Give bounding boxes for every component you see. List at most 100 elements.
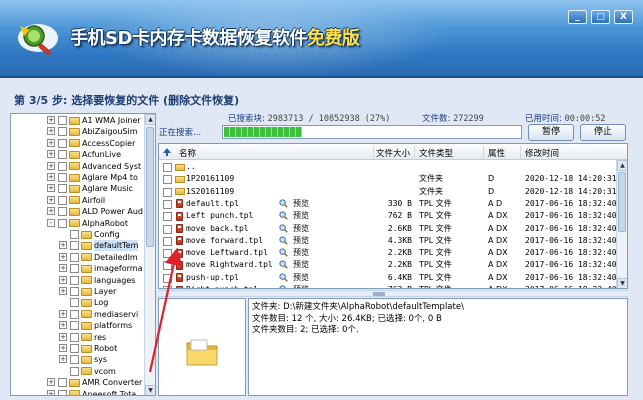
- magnifier-icon[interactable]: [279, 285, 288, 289]
- file-row[interactable]: move forward.tpl 4.3KB TPL 文件 A DX 2017-06-1…: [159, 235, 627, 247]
- collapse-icon[interactable]: -: [47, 218, 55, 227]
- close-button[interactable]: X: [614, 10, 633, 24]
- tree-item-checkbox[interactable]: [58, 161, 67, 171]
- expand-icon[interactable]: +: [59, 287, 67, 295]
- tree-item[interactable]: + mediaservi: [11, 309, 145, 320]
- tree-item-checkbox[interactable]: [70, 298, 79, 308]
- tree-item[interactable]: + platforms: [11, 320, 145, 331]
- expand-icon[interactable]: +: [47, 150, 55, 159]
- tree-item[interactable]: + A1 WMA Joiner: [11, 115, 145, 126]
- tree-item[interactable]: Config: [11, 229, 145, 240]
- preview-link[interactable]: 预览: [293, 198, 309, 210]
- expand-icon[interactable]: +: [59, 252, 67, 261]
- tree-item-checkbox[interactable]: [70, 264, 79, 274]
- expand-icon[interactable]: +: [47, 161, 55, 170]
- tree-item-checkbox[interactable]: [58, 116, 67, 125]
- magnifier-icon[interactable]: [279, 223, 288, 233]
- tree-item-checkbox[interactable]: [58, 127, 67, 137]
- maximize-button[interactable]: □: [591, 10, 610, 24]
- file-row[interactable]: move back.tpl 2.6KB TPL 文件 A DX 2017-06-16 1…: [159, 223, 627, 235]
- tree-item-checkbox[interactable]: [70, 355, 79, 365]
- tree-item[interactable]: + Layer: [11, 286, 145, 297]
- file-row-checkbox[interactable]: [163, 224, 172, 234]
- preview-link[interactable]: 预览: [293, 235, 309, 247]
- file-list-scroll-down-icon[interactable]: ▼: [617, 278, 627, 288]
- file-row-checkbox[interactable]: [163, 261, 172, 271]
- expand-icon[interactable]: +: [47, 116, 55, 124]
- tree-item[interactable]: + Airfoil: [11, 195, 145, 206]
- tree-item-checkbox[interactable]: [70, 241, 79, 251]
- up-level-icon[interactable]: [162, 147, 172, 157]
- expand-icon[interactable]: +: [47, 207, 55, 216]
- tree-item[interactable]: + DetailedIm: [11, 252, 145, 263]
- tree-item[interactable]: + imageforma: [11, 263, 145, 274]
- tree-item-checkbox[interactable]: [58, 184, 67, 194]
- tree-item-checkbox[interactable]: [70, 275, 79, 285]
- tree-item[interactable]: + Aneesoft Tota: [11, 389, 145, 395]
- tree-item[interactable]: + AbiZaigouSim: [11, 126, 145, 137]
- panel-splitter[interactable]: [158, 290, 628, 297]
- tree-item[interactable]: Log: [11, 297, 145, 308]
- tree-item-checkbox[interactable]: [70, 366, 79, 376]
- tree-scroll-down-icon[interactable]: ▼: [145, 385, 155, 395]
- expand-icon[interactable]: +: [47, 173, 55, 181]
- tree-item[interactable]: + Robot: [11, 343, 145, 354]
- expand-icon[interactable]: +: [47, 378, 55, 387]
- file-row[interactable]: Left punch.tpl 762 B TPL 文件 A DX 2017-06-16 …: [159, 210, 627, 222]
- column-mtime[interactable]: 修改时间: [525, 147, 559, 159]
- file-row[interactable]: Right punch.tpl 762 B TPL 文件 A DX 2017-06-16…: [159, 284, 627, 289]
- tree-item[interactable]: + ALD Power Aud: [11, 206, 145, 217]
- tree-item[interactable]: + res: [11, 332, 145, 343]
- tree-scroll-thumb[interactable]: [146, 127, 154, 247]
- tree-item[interactable]: + sys: [11, 354, 145, 365]
- tree-item-checkbox[interactable]: [70, 321, 79, 331]
- file-row-checkbox[interactable]: [163, 273, 172, 283]
- file-row-checkbox[interactable]: [163, 187, 172, 197]
- column-size[interactable]: 文件大小: [376, 147, 410, 159]
- file-row-checkbox[interactable]: [163, 175, 172, 185]
- tree-item-checkbox[interactable]: [58, 138, 67, 148]
- tree-item[interactable]: + AccessCopier: [11, 138, 145, 149]
- file-row[interactable]: push-up.tpl 6.4KB TPL 文件 A DX 2017-06-16 18:…: [159, 272, 627, 284]
- file-row-checkbox[interactable]: [163, 163, 172, 172]
- tree-item[interactable]: + languages: [11, 275, 145, 286]
- pause-button[interactable]: 暂停: [528, 124, 574, 141]
- expand-icon[interactable]: +: [59, 321, 67, 330]
- magnifier-icon[interactable]: [279, 273, 288, 282]
- expand-icon[interactable]: +: [47, 389, 55, 395]
- column-name[interactable]: 名称: [179, 147, 196, 159]
- tree-item[interactable]: + Aglare Music: [11, 183, 145, 194]
- expand-icon[interactable]: +: [47, 127, 55, 136]
- expand-icon[interactable]: +: [47, 138, 55, 147]
- tree-item-checkbox[interactable]: [70, 344, 79, 353]
- file-list-scroll-thumb[interactable]: [618, 172, 626, 232]
- tree-item-checkbox[interactable]: [70, 252, 79, 262]
- magnifier-icon[interactable]: [279, 248, 288, 257]
- preview-link[interactable]: 预览: [293, 247, 309, 259]
- column-type[interactable]: 文件类型: [419, 147, 453, 159]
- expand-icon[interactable]: +: [59, 264, 67, 273]
- expand-icon[interactable]: +: [47, 184, 55, 193]
- tree-item-checkbox[interactable]: [70, 332, 79, 342]
- file-row-checkbox[interactable]: [163, 286, 172, 288]
- tree-item-checkbox[interactable]: [58, 195, 67, 205]
- file-row-checkbox[interactable]: [163, 249, 172, 259]
- tree-item-checkbox[interactable]: [70, 287, 79, 296]
- tree-scroll-up-icon[interactable]: ▲: [145, 114, 155, 125]
- file-row[interactable]: move Leftward.tpl 2.2KB TPL 文件 A DX 2017-06-…: [159, 247, 627, 259]
- file-list[interactable]: 名称 文件大小 文件类型 属性 修改时间 .. 1P20161109 文件夹 D 202…: [158, 143, 628, 289]
- tree-item-checkbox[interactable]: [58, 378, 67, 388]
- tree-item[interactable]: + AcfunLive: [11, 149, 145, 160]
- file-row[interactable]: 1S20161109 文件夹 D 2020-12-18 14:20:31: [159, 186, 627, 198]
- magnifier-icon[interactable]: [279, 211, 288, 220]
- preview-link[interactable]: 预览: [293, 284, 309, 288]
- preview-link[interactable]: 预览: [293, 272, 309, 284]
- expand-icon[interactable]: +: [59, 275, 67, 284]
- file-row[interactable]: ..: [159, 161, 627, 173]
- tree-item[interactable]: - AlphaRobot: [11, 218, 145, 229]
- tree-item-checkbox[interactable]: [58, 173, 67, 182]
- file-row[interactable]: move Rightward.tpl 2.2KB TPL 文件 A DX 2017-06…: [159, 259, 627, 271]
- tree-item[interactable]: + Aglare Mp4 to: [11, 172, 145, 183]
- tree-item[interactable]: + Advanced Syst: [11, 161, 145, 172]
- tree-item[interactable]: vcom: [11, 366, 145, 377]
